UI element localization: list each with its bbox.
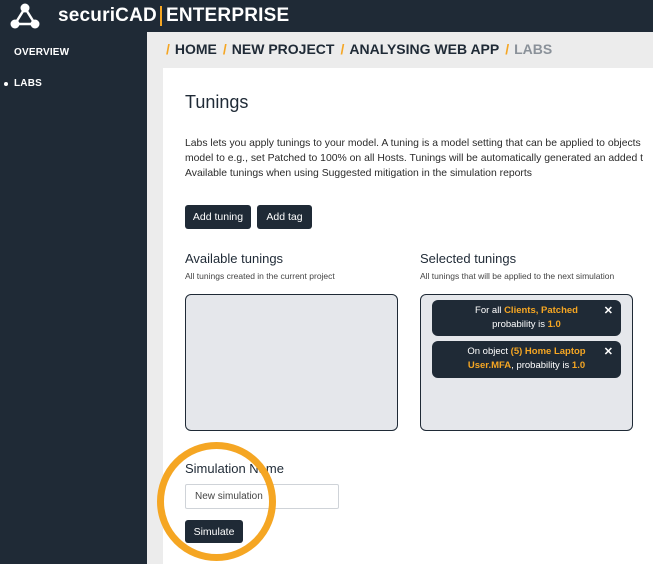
brand-suffix: ENTERPRISE [165,5,290,26]
sidebar-item-overview[interactable]: OVERVIEW [14,47,69,58]
available-tunings-subtitle: All tunings created in the current proje… [185,271,335,281]
active-dot-icon [4,81,8,86]
tuning-text: For all [475,305,505,316]
tunings-card: Tunings Labs lets you apply tunings to y… [163,68,653,564]
tuning-chip[interactable]: For all Clients, Patched probability is … [432,300,621,336]
breadcrumb-separator: / [222,41,227,57]
page-title: Tunings [185,92,249,112]
tuning-value: 1.0 [547,319,561,330]
add-tuning-button[interactable]: Add tuning [185,205,251,229]
add-tag-button[interactable]: Add tag [257,205,312,229]
available-tunings-list[interactable] [185,294,398,431]
tuning-chip[interactable]: On object (5) Home Laptop User.MFA, prob… [432,341,621,378]
tuning-text: probability is [492,319,548,330]
selected-tunings-list[interactable]: For all Clients, Patched probability is … [420,294,633,431]
tuning-target: Clients, Patched [504,305,578,316]
tuning-value: 1.0 [571,360,586,371]
selected-tunings-subtitle: All tunings that will be applied to the … [420,271,615,281]
sidebar: OVERVIEW LABS [0,32,147,564]
simulate-button[interactable]: Simulate [185,520,243,543]
sidebar-item-label: OVERVIEW [14,47,70,58]
breadcrumb-separator: / [340,41,345,57]
brand-separator [159,6,162,26]
breadcrumb-separator: / [505,41,510,57]
brand-name: securiCAD [58,5,157,26]
breadcrumb-model[interactable]: ANALYSING WEB APP [349,41,499,57]
breadcrumb-project[interactable]: NEW PROJECT [232,41,335,57]
description-line: Available tunings when using Suggested m… [185,168,532,179]
tuning-text: , probability is [511,360,572,371]
sidebar-item-label: LABS [14,78,43,89]
breadcrumb-current: LABS [514,41,553,57]
close-icon[interactable]: ✕ [604,304,613,318]
network-nodes-icon [10,3,40,29]
breadcrumb-separator: / [166,41,170,57]
simulation-name-label: Simulation Name [185,461,284,476]
page-description: Labs lets you apply tunings to your mode… [185,136,653,181]
breadcrumb-home[interactable]: HOME [175,41,217,57]
available-tunings-title: Available tunings [185,251,284,266]
breadcrumb: / HOME / NEW PROJECT / ANALYSING WEB APP… [166,41,558,57]
top-bar: securiCAD ENTERPRISE [0,0,653,32]
description-line: Labs lets you apply tunings to your mode… [185,138,641,149]
selected-tunings-title: Selected tunings [420,251,517,266]
simulation-name-input[interactable]: New simulation [185,484,339,509]
brand-logo[interactable]: securiCAD ENTERPRISE [58,5,289,27]
sidebar-item-labs[interactable]: LABS [4,78,42,89]
tuning-text: On object [467,346,511,357]
description-line: model to e.g., set Patched to 100% on al… [185,153,644,164]
close-icon[interactable]: ✕ [604,345,613,359]
